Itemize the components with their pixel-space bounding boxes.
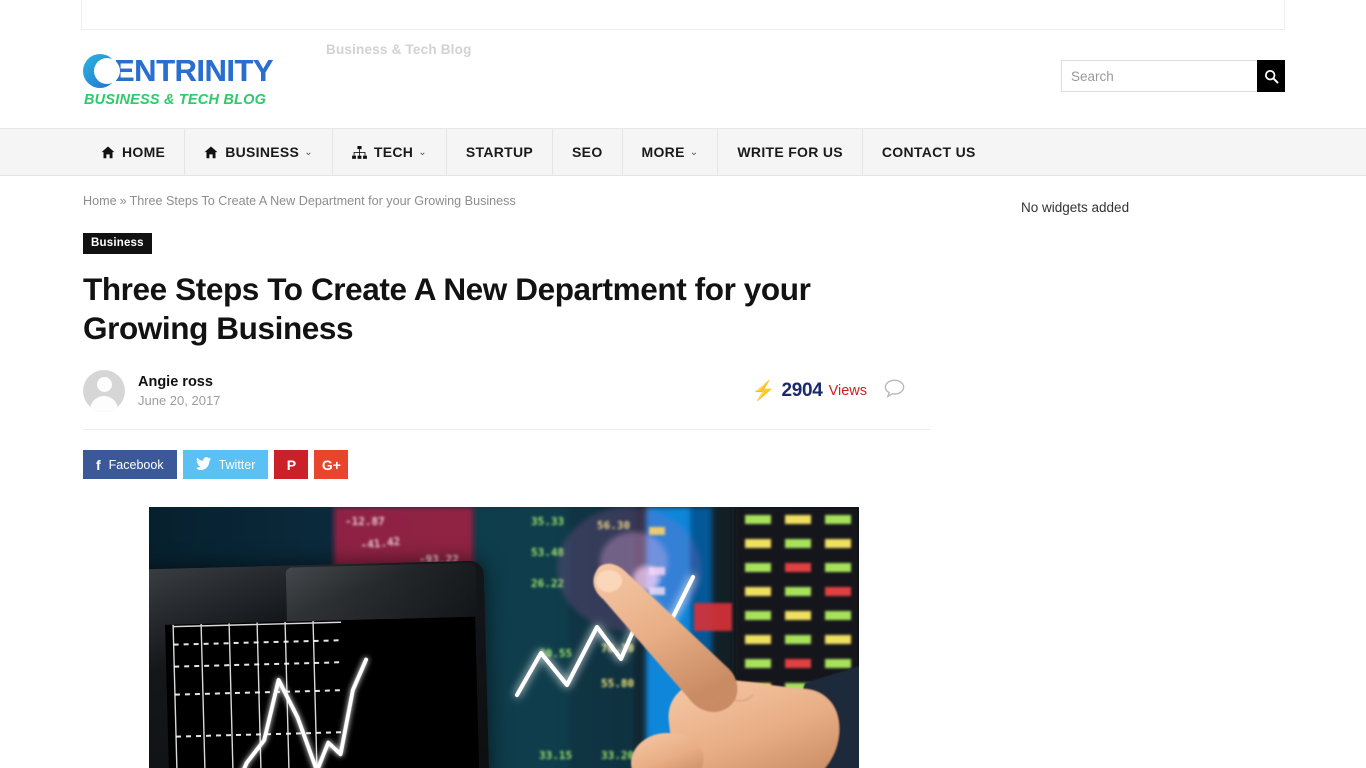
post-meta: Angie ross June 20, 2017 ⚡ 2904 Views	[83, 370, 931, 431]
facebook-icon: f	[96, 456, 101, 473]
nav-item-contact-us[interactable]: CONTACT US	[863, 129, 995, 175]
nav-label: TECH	[373, 144, 414, 160]
views-counter: ⚡ 2904 Views	[752, 380, 867, 402]
chevron-down-icon: ⌄	[689, 146, 699, 158]
nav-item-startup[interactable]: STARTUP	[447, 129, 554, 175]
share-label: Facebook	[108, 457, 164, 472]
logo-primary-row: ENTRINITY	[83, 51, 274, 91]
share-googleplus-button[interactable]: G+	[314, 450, 349, 480]
site-header: ENTRINITY BUSINESS & TECH BLOG Business …	[81, 30, 1285, 128]
logo-sub-text: BUSINESS & TECH BLOG	[84, 91, 267, 108]
post-date: June 20, 2017	[138, 393, 221, 409]
page-body: Home» Three Steps To Create A New Departm…	[81, 176, 1285, 768]
breadcrumb-separator: »	[119, 194, 127, 208]
svg-text:35.33: 35.33	[531, 515, 564, 528]
main-navigation: HOME BUSINESS ⌄ TECH ⌄ STARTUP SEO MORE …	[0, 128, 1366, 176]
breadcrumb: Home» Three Steps To Create A New Departm…	[83, 192, 937, 208]
breadcrumb-current: Three Steps To Create A New Department f…	[129, 194, 516, 208]
hand-pointing	[593, 563, 859, 768]
page-title: Three Steps To Create A New Department f…	[83, 271, 811, 347]
comment-bubble-icon[interactable]	[884, 379, 905, 403]
share-pinterest-button[interactable]: P	[274, 450, 309, 480]
nav-label: BUSINESS	[225, 144, 300, 160]
author-block: Angie ross June 20, 2017	[138, 373, 220, 409]
logo-main-text: ENTRINITY	[114, 52, 274, 88]
crescent-c-icon	[83, 53, 120, 88]
nav-item-write-for-us[interactable]: WRITE FOR US	[718, 129, 863, 175]
nav-label: HOME	[122, 144, 166, 160]
sidebar-empty-message: No widgets added	[1021, 200, 1130, 215]
share-facebook-button[interactable]: f Facebook	[83, 450, 177, 480]
share-label: Twitter	[218, 457, 256, 472]
nav-label: MORE	[641, 144, 685, 160]
googleplus-icon: G+	[321, 456, 341, 473]
chevron-down-icon: ⌄	[304, 146, 313, 158]
share-buttons: f Facebook Twitter P G+	[83, 450, 937, 480]
site-tagline: Business & Tech Blog	[326, 42, 472, 57]
sidebar: No widgets added	[937, 192, 1285, 768]
tablet-device	[149, 560, 491, 768]
sitemap-icon	[351, 145, 367, 159]
views-count: 2904	[781, 380, 823, 402]
twitter-icon	[195, 457, 211, 472]
home-icon	[204, 146, 218, 158]
nav-list: HOME BUSINESS ⌄ TECH ⌄ STARTUP SEO MORE …	[81, 129, 1285, 175]
nav-label: SEO	[572, 144, 603, 160]
nav-item-seo[interactable]: SEO	[553, 129, 623, 175]
home-icon	[101, 146, 115, 158]
search-form[interactable]	[1061, 60, 1285, 92]
tablet-chart	[165, 616, 481, 768]
search-input[interactable]	[1061, 60, 1257, 92]
breadcrumb-home-link[interactable]: Home	[83, 194, 117, 208]
chevron-down-icon: ⌄	[418, 146, 427, 158]
search-icon	[1264, 69, 1278, 83]
svg-text:33.15: 33.15	[539, 749, 572, 762]
views-label: Views	[828, 383, 867, 400]
svg-text:-12.87: -12.87	[345, 515, 385, 528]
nav-item-business[interactable]: BUSINESS ⌄	[185, 129, 333, 175]
author-name[interactable]: Angie ross	[138, 373, 220, 391]
tablet-screen	[165, 616, 481, 768]
bolt-icon: ⚡	[751, 380, 776, 402]
avatar	[83, 370, 125, 413]
share-twitter-button[interactable]: Twitter	[182, 450, 269, 480]
category-badge[interactable]: Business	[83, 233, 152, 254]
nav-item-home[interactable]: HOME	[82, 129, 186, 175]
search-button[interactable]	[1257, 60, 1285, 92]
meta-stats: ⚡ 2904 Views	[752, 379, 931, 403]
main-content: Home» Three Steps To Create A New Departm…	[81, 192, 937, 768]
nav-label: STARTUP	[465, 144, 534, 160]
nav-item-tech[interactable]: TECH ⌄	[333, 129, 447, 175]
site-logo[interactable]: ENTRINITY BUSINESS & TECH BLOG	[83, 51, 323, 108]
pinterest-icon: P	[286, 456, 297, 473]
nav-item-more[interactable]: MORE ⌄	[623, 129, 719, 175]
top-bar	[81, 0, 1285, 30]
nav-label: CONTACT US	[881, 144, 976, 160]
nav-label: WRITE FOR US	[737, 144, 843, 160]
featured-image: -12.87 -41.42 -93.22 -43.78 -96.15 35.33…	[149, 507, 859, 768]
